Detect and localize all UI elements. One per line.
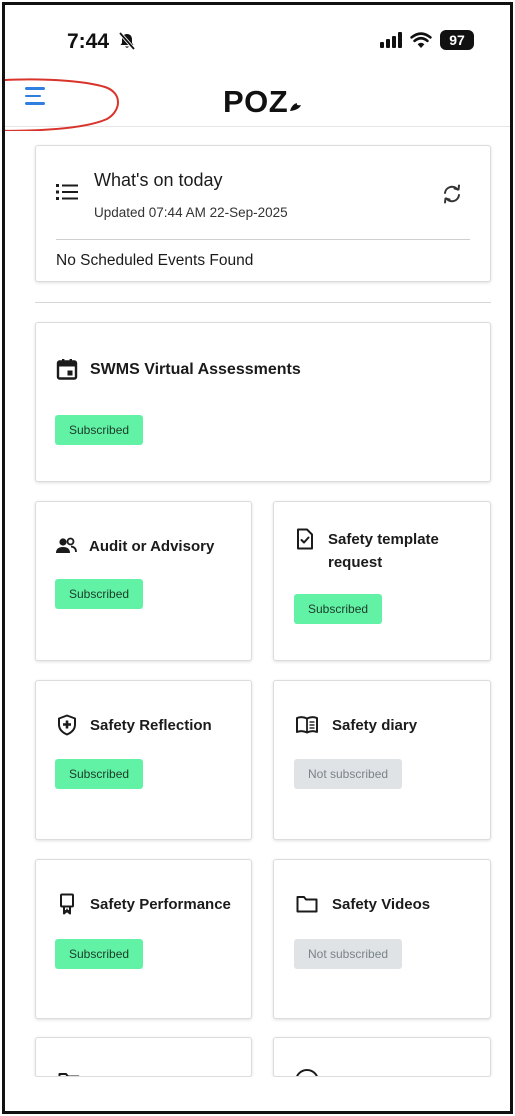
bell-slash-icon xyxy=(118,31,136,51)
service-card-videos[interactable]: Safety Videos Not subscribed xyxy=(273,859,491,1019)
service-card-swms[interactable]: SWMS Virtual Assessments Subscribed xyxy=(35,322,491,482)
whats-on-today-card: What's on today Updated 07:44 AM 22-Sep-… xyxy=(35,145,491,282)
award-icon xyxy=(60,893,74,915)
status-time: 7:44 xyxy=(67,30,110,53)
book-icon xyxy=(296,716,318,734)
service-card-audit[interactable]: Audit or Advisory Subscribed xyxy=(35,501,252,661)
service-label: Safety diary xyxy=(332,717,418,734)
status-badge: Not subscribed xyxy=(294,939,403,969)
status-badge: Subscribed xyxy=(55,415,144,445)
service-label: Safety template request xyxy=(328,531,439,572)
battery-icon: 97 xyxy=(440,30,474,50)
app-logo: POZ xyxy=(223,84,289,119)
list-icon xyxy=(56,184,78,200)
annotation-circle xyxy=(5,78,119,131)
status-badge: Not subscribed xyxy=(294,759,403,789)
status-bar: 7:44 97 xyxy=(5,5,510,75)
calendar-icon xyxy=(56,359,78,380)
service-card-partial-right[interactable] xyxy=(273,1037,491,1077)
today-title: What's on today xyxy=(94,170,223,190)
status-badge: Subscribed xyxy=(294,594,383,624)
service-card-diary[interactable]: Safety diary Not subscribed xyxy=(273,680,491,840)
hamburger-menu-icon[interactable] xyxy=(25,87,51,111)
service-card-partial-left[interactable] xyxy=(35,1037,252,1077)
today-divider xyxy=(56,239,470,240)
main-content: What's on today Updated 07:44 AM 22-Sep-… xyxy=(35,145,491,303)
people-icon xyxy=(56,537,77,553)
service-card-template-request[interactable]: Safety template request Subscribed xyxy=(273,501,491,661)
circle-icon xyxy=(296,1069,318,1076)
shield-plus-icon xyxy=(58,714,76,736)
status-badge: Subscribed xyxy=(55,939,144,969)
signal-icon xyxy=(380,32,402,48)
service-card-reflection[interactable]: Safety Reflection Subscribed xyxy=(35,680,252,840)
service-label: SWMS Virtual Assessments xyxy=(90,361,301,378)
service-card-performance[interactable]: Safety Performance Subscribed xyxy=(35,859,252,1019)
no-events-message: No Scheduled Events Found xyxy=(56,252,254,269)
app-header: POZ xyxy=(5,75,510,131)
service-label: Safety Reflection xyxy=(90,717,212,734)
section-divider xyxy=(35,302,491,303)
bottom-fade xyxy=(5,1077,510,1111)
logo-flame-icon xyxy=(290,103,301,111)
status-indicators: 97 xyxy=(380,30,474,50)
folder-icon xyxy=(296,896,318,913)
today-updated-time: Updated 07:44 AM 22-Sep-2025 xyxy=(94,205,288,220)
wifi-icon xyxy=(410,31,432,48)
status-badge: Subscribed xyxy=(55,759,144,789)
service-label: Audit or Advisory xyxy=(89,538,215,555)
service-label: Safety Videos xyxy=(332,896,431,913)
folder-icon xyxy=(58,1073,80,1076)
document-check-icon xyxy=(297,528,313,550)
status-badge: Subscribed xyxy=(55,579,144,609)
refresh-icon[interactable] xyxy=(440,182,464,206)
service-label: Safety Performance xyxy=(90,896,231,913)
phone-screen: 7:44 97 POZ What's on today Updated 07:4… xyxy=(2,2,513,1114)
